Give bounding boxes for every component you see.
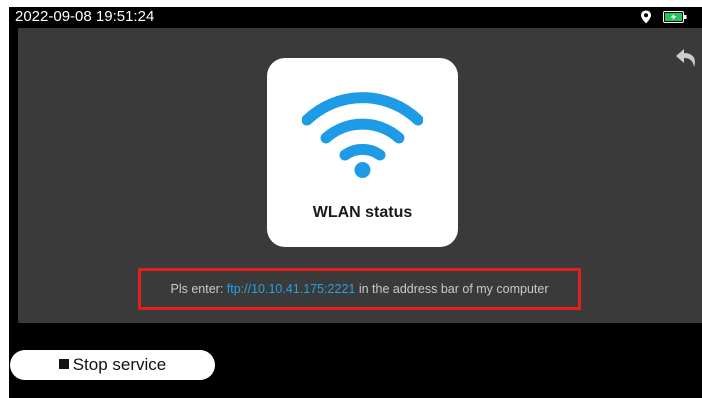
wifi-icon <box>302 92 423 178</box>
battery-charging-icon <box>663 11 687 23</box>
instruction-prefix: Pls enter: <box>170 282 227 296</box>
stop-square-icon <box>58 359 69 369</box>
ftp-instruction-box: Pls enter: ftp://10.10.41.175:2221 in th… <box>138 268 581 310</box>
status-bar: 2022-09-08 19:51:24 <box>9 7 702 27</box>
instruction-suffix: in the address bar of my computer <box>355 282 549 296</box>
status-clock: 2022-09-08 19:51:24 <box>15 8 155 25</box>
ftp-instruction-text: Pls enter: ftp://10.10.41.175:2221 in th… <box>141 282 578 296</box>
device-screen: 2022-09-08 19:51:24 WLAN status Pls ente… <box>9 7 702 398</box>
stop-service-button[interactable]: Stop service <box>10 350 215 380</box>
location-icon <box>641 10 651 24</box>
wlan-status-label: WLAN status <box>312 204 413 221</box>
wlan-status-card[interactable]: WLAN status <box>267 58 458 247</box>
back-arrow-icon[interactable] <box>674 45 700 71</box>
ftp-address-link[interactable]: ftp://10.10.41.175:2221 <box>227 282 356 296</box>
stop-service-label: Stop service <box>72 355 167 374</box>
wlan-panel: WLAN status Pls enter: ftp://10.10.41.17… <box>18 28 702 323</box>
